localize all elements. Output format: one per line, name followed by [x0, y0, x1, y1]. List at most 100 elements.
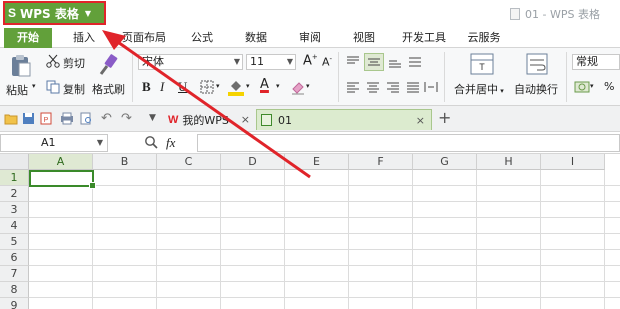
align-middle-icon[interactable] — [364, 53, 384, 71]
chevron-down-icon: ▼ — [96, 138, 103, 147]
copy-button[interactable]: 复制 — [63, 81, 85, 97]
doc-tab-01[interactable]: 01 × — [256, 109, 432, 130]
row-header[interactable]: 5 — [0, 234, 29, 250]
font-size-select[interactable]: 11 ▼ — [246, 54, 296, 70]
open-folder-icon[interactable] — [4, 113, 18, 128]
increase-font-glyph: A — [303, 53, 312, 69]
name-box[interactable]: A1 ▼ — [0, 134, 108, 152]
cell-area[interactable] — [29, 170, 620, 309]
align-top-icon[interactable] — [346, 56, 360, 71]
formula-input[interactable] — [197, 134, 620, 152]
insert-function-button[interactable]: fx — [166, 135, 175, 151]
column-header[interactable]: H — [477, 154, 541, 170]
format-painter-button[interactable]: 格式刷 — [92, 81, 125, 97]
print-preview-icon[interactable] — [80, 112, 93, 128]
number-format-select[interactable]: 常规 — [572, 54, 620, 70]
column-header[interactable]: F — [349, 154, 413, 170]
save-icon[interactable] — [22, 112, 35, 128]
app-name: WPS 表格 — [20, 6, 79, 21]
italic-button[interactable]: I — [160, 79, 164, 95]
font-size-value: 11 — [250, 55, 264, 68]
border-dropdown-icon[interactable]: ▾ — [216, 82, 220, 90]
row-header[interactable]: 8 — [0, 282, 29, 298]
underline-button[interactable]: U — [178, 79, 187, 95]
column-header[interactable]: B — [93, 154, 157, 170]
column-header[interactable]: A — [29, 154, 93, 170]
paste-icon[interactable] — [10, 54, 32, 81]
row-header[interactable]: 6 — [0, 250, 29, 266]
distribute-icon[interactable] — [424, 81, 438, 96]
format-painter-icon[interactable] — [97, 54, 119, 79]
active-cell-a1[interactable] — [29, 170, 96, 189]
decrease-font-button[interactable]: A- — [322, 55, 332, 69]
tab-developer[interactable]: 开发工具 — [396, 28, 452, 48]
app-menu-button[interactable]: S WPS 表格 ▼ — [3, 1, 106, 25]
close-icon[interactable]: × — [241, 113, 250, 126]
export-pdf-icon[interactable]: P — [40, 112, 53, 128]
clear-format-icon[interactable] — [290, 79, 306, 98]
bold-button[interactable]: B — [142, 79, 151, 95]
tab-home[interactable]: 开始 — [4, 28, 52, 48]
font-name-select[interactable]: 宋体 ▼ — [138, 54, 243, 70]
row-header[interactable]: 2 — [0, 186, 29, 202]
merge-center-icon[interactable]: T — [470, 53, 494, 78]
column-header[interactable]: E — [285, 154, 349, 170]
wrap-text-button[interactable]: 自动换行 — [514, 81, 558, 97]
select-all-corner[interactable] — [0, 154, 29, 170]
column-header[interactable]: D — [221, 154, 285, 170]
font-color-button[interactable]: A — [260, 77, 269, 92]
wrap-text-icon[interactable] — [526, 53, 548, 78]
fill-color-dropdown-icon[interactable]: ▾ — [246, 82, 250, 90]
row-header[interactable]: 1 — [0, 170, 29, 186]
tab-page-layout[interactable]: 页面布局 — [116, 28, 172, 48]
copy-icon[interactable] — [46, 80, 60, 97]
column-header[interactable]: G — [413, 154, 477, 170]
percent-button[interactable]: % — [604, 80, 614, 93]
cut-button[interactable]: 剪切 — [63, 55, 85, 71]
tab-formulas[interactable]: 公式 — [182, 28, 222, 48]
new-tab-button[interactable]: + — [438, 108, 451, 127]
zoom-search-icon[interactable] — [144, 135, 158, 152]
row-header[interactable]: 4 — [0, 218, 29, 234]
ribbon-separator — [566, 52, 567, 102]
tab-data[interactable]: 数据 — [236, 28, 276, 48]
currency-icon[interactable] — [574, 80, 590, 97]
ribbon-separator — [132, 52, 133, 102]
tab-insert[interactable]: 插入 — [62, 28, 106, 48]
paste-dropdown-icon[interactable]: ▾ — [32, 82, 36, 90]
currency-dropdown-icon[interactable]: ▾ — [590, 82, 594, 90]
tab-cloud[interactable]: 云服务 — [460, 28, 508, 48]
column-header[interactable]: C — [157, 154, 221, 170]
undo-icon[interactable]: ↶ — [101, 111, 112, 126]
tab-review[interactable]: 审阅 — [290, 28, 330, 48]
row-header[interactable]: 9 — [0, 298, 29, 309]
align-right-icon[interactable] — [386, 81, 400, 96]
redo-icon[interactable]: ↷ — [121, 111, 132, 126]
align-center-icon[interactable] — [366, 81, 380, 96]
merge-center-button[interactable]: 合并居中 ▾ — [454, 81, 504, 97]
close-icon[interactable]: × — [416, 114, 425, 127]
font-color-dropdown-icon[interactable]: ▾ — [276, 82, 280, 90]
row-header[interactable]: 7 — [0, 266, 29, 282]
tab-view[interactable]: 视图 — [344, 28, 384, 48]
paste-button[interactable]: 粘贴 — [6, 82, 28, 98]
align-bottom-icon[interactable] — [388, 56, 402, 71]
justify-icon[interactable] — [406, 81, 420, 96]
border-icon[interactable] — [200, 80, 214, 97]
doc-tab-my-wps[interactable]: W 我的WPS × — [164, 109, 256, 130]
quick-access-dropdown-icon[interactable]: ▼ — [149, 113, 156, 123]
scissors-icon[interactable] — [46, 54, 60, 71]
column-header[interactable]: I — [541, 154, 605, 170]
row-header[interactable]: 3 — [0, 202, 29, 218]
rotate-text-icon[interactable] — [408, 56, 422, 71]
wps-logo: S — [8, 6, 17, 20]
number-format-value: 常规 — [576, 55, 598, 68]
print-icon[interactable] — [60, 112, 74, 128]
spreadsheet-file-icon — [261, 114, 272, 126]
svg-text:T: T — [479, 62, 485, 72]
fill-color-icon[interactable] — [228, 78, 244, 99]
increase-font-button[interactable]: A+ — [303, 53, 318, 68]
font-name-value: 宋体 — [142, 55, 164, 68]
align-left-icon[interactable] — [346, 81, 360, 96]
clear-format-dropdown-icon[interactable]: ▾ — [306, 82, 310, 90]
